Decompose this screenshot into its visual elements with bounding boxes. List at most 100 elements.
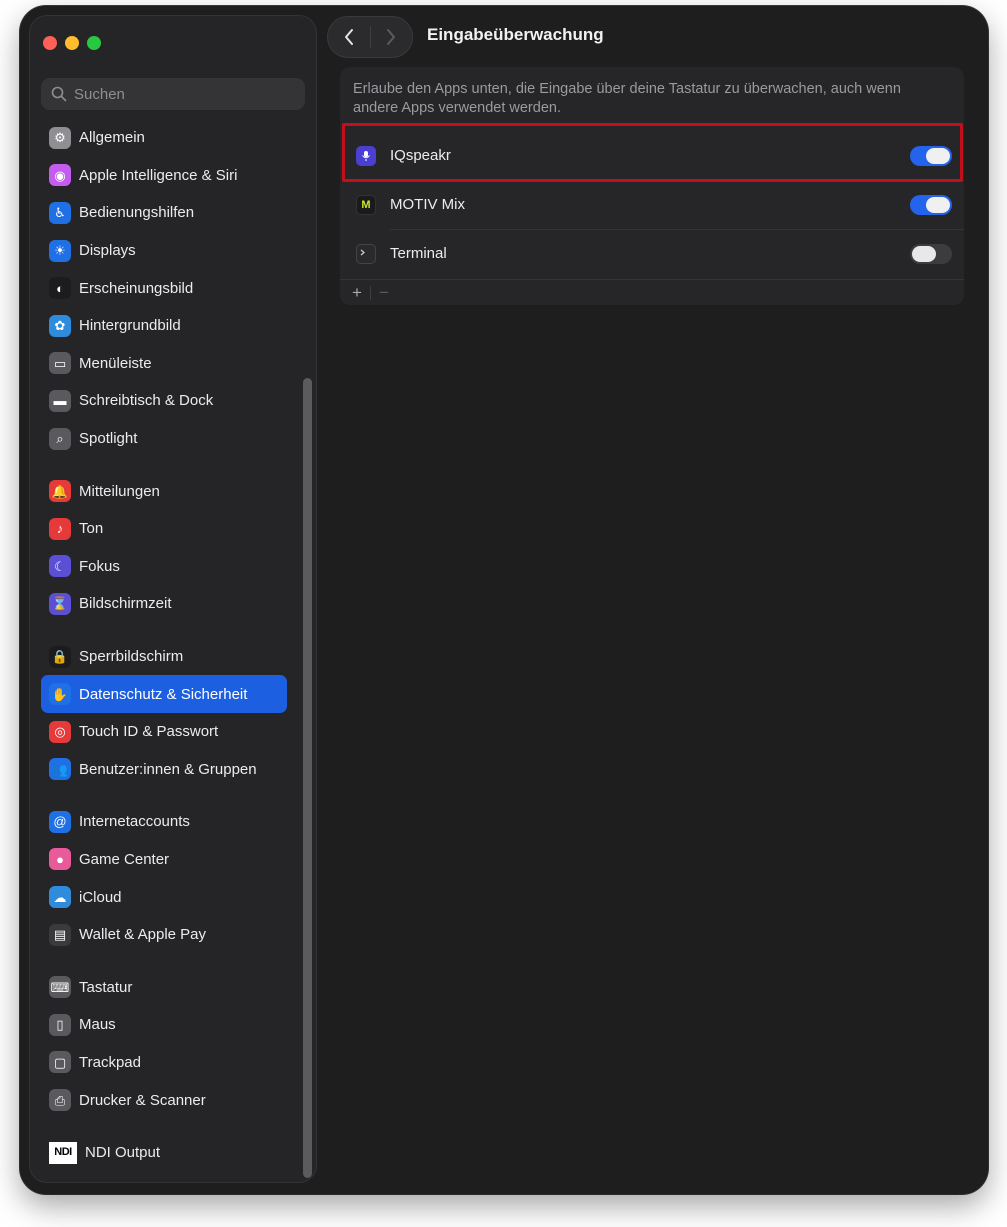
chevron-right-icon: [387, 29, 396, 45]
window-controls: [43, 36, 101, 50]
sidebar: ⚙ Allgemein ◉ Apple Intelligence & Siri ♿ Bed…: [29, 15, 317, 1183]
sidebar-item-label: Menüleiste: [79, 354, 152, 372]
page-title: Eingabeüberwachung: [427, 25, 604, 44]
siri-icon: ◉: [49, 164, 71, 187]
navigation-buttons: [327, 16, 413, 58]
app-row-motiv-mix: M MOTIV Mix: [340, 180, 964, 229]
sidebar-item-maus[interactable]: ▯ Maus: [41, 1006, 289, 1044]
gear-icon: ⚙: [49, 126, 71, 149]
sidebar-item-label: Game Center: [79, 850, 170, 868]
sidebar-item-fokus[interactable]: ☾ Fokus: [41, 548, 289, 586]
minimize-button[interactable]: [65, 36, 79, 50]
flower-icon: ✿: [49, 314, 71, 337]
motiv-mix-toggle[interactable]: [910, 194, 952, 215]
sidebar-item-label: Mitteilungen: [79, 482, 160, 500]
accessibility-icon: ♿: [49, 201, 71, 224]
app-name: MOTIV Mix: [390, 196, 465, 213]
wallet-icon: ▤: [49, 923, 71, 946]
sidebar-item-ndi-output[interactable]: NDI NDI Output: [41, 1134, 289, 1172]
sidebar-item-label: Sperrbildschirm: [79, 648, 184, 666]
iqspeakr-toggle[interactable]: [910, 145, 952, 166]
speaker-icon: ♪: [49, 517, 71, 540]
close-button[interactable]: [43, 36, 57, 50]
sidebar-item-label: Spotlight: [79, 430, 138, 448]
sidebar-item-label: Maus: [79, 1016, 116, 1034]
sidebar-item-datenschutz-sicherheit[interactable]: ✋ Datenschutz & Sicherheit: [41, 675, 287, 713]
sidebar-item-ton[interactable]: ♪ Ton: [41, 510, 289, 548]
sidebar-item-schreibtisch-dock[interactable]: ▬ Schreibtisch & Dock: [41, 382, 289, 420]
sidebar-item-displays[interactable]: ☀ Displays: [41, 232, 289, 270]
sidebar-item-label: iCloud: [79, 888, 122, 906]
terminal-toggle[interactable]: [910, 243, 952, 264]
sidebar-item-label: Drucker & Scanner: [79, 1091, 206, 1109]
row-divider: [390, 229, 964, 230]
sidebar-item-erscheinungsbild[interactable]: ◐ Erscheinungsbild: [41, 269, 289, 307]
sidebar-item-benutzer-innen-gruppen[interactable]: 👥 Benutzer:innen & Gruppen: [41, 751, 289, 789]
sidebar-item-label: Bildschirmzeit: [79, 595, 172, 613]
search-icon: [51, 86, 67, 102]
sidebar-item-label: Wallet & Apple Pay: [79, 926, 207, 944]
remove-button[interactable]: −: [373, 283, 395, 303]
dock-icon: ▬: [49, 389, 71, 412]
sidebar-item-label: Benutzer:innen & Gruppen: [79, 760, 257, 778]
forward-button[interactable]: [370, 17, 412, 57]
mouse-icon: ▯: [49, 1013, 71, 1036]
sidebar-scrollbar[interactable]: [303, 378, 312, 1178]
sidebar-item-menüleiste[interactable]: ▭ Menüleiste: [41, 345, 289, 383]
hand-icon: ✋: [49, 683, 71, 706]
motiv-icon: M: [356, 194, 376, 215]
sidebar-item-trackpad[interactable]: ▢ Trackpad: [41, 1044, 289, 1082]
sidebar-item-bedienungshilfen[interactable]: ♿ Bedienungshilfen: [41, 194, 289, 232]
app-row-iqspeakr: IQspeakr: [340, 131, 964, 180]
sidebar-item-label: Tastatur: [79, 978, 133, 996]
app-row-terminal: Terminal: [340, 229, 964, 278]
add-button[interactable]: +: [346, 283, 368, 303]
row-divider: [390, 180, 964, 181]
chevron-left-icon: [344, 29, 353, 45]
sidebar-item-mitteilungen[interactable]: 🔔 Mitteilungen: [41, 472, 289, 510]
input-monitoring-panel: Erlaube den Apps unten, die Eingabe über…: [340, 67, 964, 305]
users-icon: 👥: [49, 758, 71, 781]
sidebar-item-label: Schreibtisch & Dock: [79, 392, 214, 410]
gamecenter-icon: ●: [49, 848, 71, 871]
sidebar-item-bildschirmzeit[interactable]: ⌛ Bildschirmzeit: [41, 585, 289, 623]
ndi-icon: NDI: [49, 1141, 77, 1164]
panel-description: Erlaube den Apps unten, die Eingabe über…: [353, 81, 901, 116]
back-button[interactable]: [328, 17, 370, 57]
sidebar-item-allgemein[interactable]: ⚙ Allgemein: [41, 119, 289, 157]
at-icon: @: [49, 810, 71, 833]
menubar-icon: ▭: [49, 352, 71, 375]
trackpad-icon: ▢: [49, 1051, 71, 1074]
sidebar-item-label: Internetaccounts: [79, 813, 190, 831]
sidebar-item-touch-id-passwort[interactable]: ◎ Touch ID & Passwort: [41, 713, 289, 751]
sidebar-item-hintergrundbild[interactable]: ✿ Hintergrundbild: [41, 307, 289, 345]
sidebar-item-apple-intelligence-siri[interactable]: ◉ Apple Intelligence & Siri: [41, 157, 289, 195]
sidebar-item-drucker-scanner[interactable]: ⎙ Drucker & Scanner: [41, 1081, 289, 1119]
sidebar-item-wallet-apple-pay[interactable]: ▤ Wallet & Apple Pay: [41, 916, 289, 954]
search-input[interactable]: [74, 85, 274, 103]
sidebar-item-label: Hintergrundbild: [79, 317, 181, 335]
cloud-icon: ☁: [49, 886, 71, 909]
sidebar-item-label: Fokus: [79, 557, 120, 575]
add-remove-bar: + −: [340, 279, 964, 305]
sidebar-item-internetaccounts[interactable]: @ Internetaccounts: [41, 803, 289, 841]
sidebar-item-sperrbildschirm[interactable]: 🔒 Sperrbildschirm: [41, 638, 289, 676]
zoom-button[interactable]: [87, 36, 101, 50]
microphone-icon: [356, 145, 376, 166]
sidebar-item-game-center[interactable]: ● Game Center: [41, 841, 289, 879]
sidebar-item-spotlight[interactable]: ⌕ Spotlight: [41, 420, 289, 458]
sidebar-item-label: Datenschutz & Sicherheit: [79, 685, 248, 703]
search-field[interactable]: [41, 78, 305, 110]
sidebar-item-label: Displays: [79, 242, 136, 260]
sidebar-item-tastatur[interactable]: ⌨ Tastatur: [41, 968, 289, 1006]
sidebar-item-icloud[interactable]: ☁ iCloud: [41, 878, 289, 916]
sidebar-item-label: NDI Output: [85, 1144, 161, 1162]
sidebar-item-label: Apple Intelligence & Siri: [79, 166, 238, 184]
sidebar-item-label: Erscheinungsbild: [79, 279, 194, 297]
sidebar-list: ⚙ Allgemein ◉ Apple Intelligence & Siri ♿ Bed…: [41, 119, 289, 1171]
